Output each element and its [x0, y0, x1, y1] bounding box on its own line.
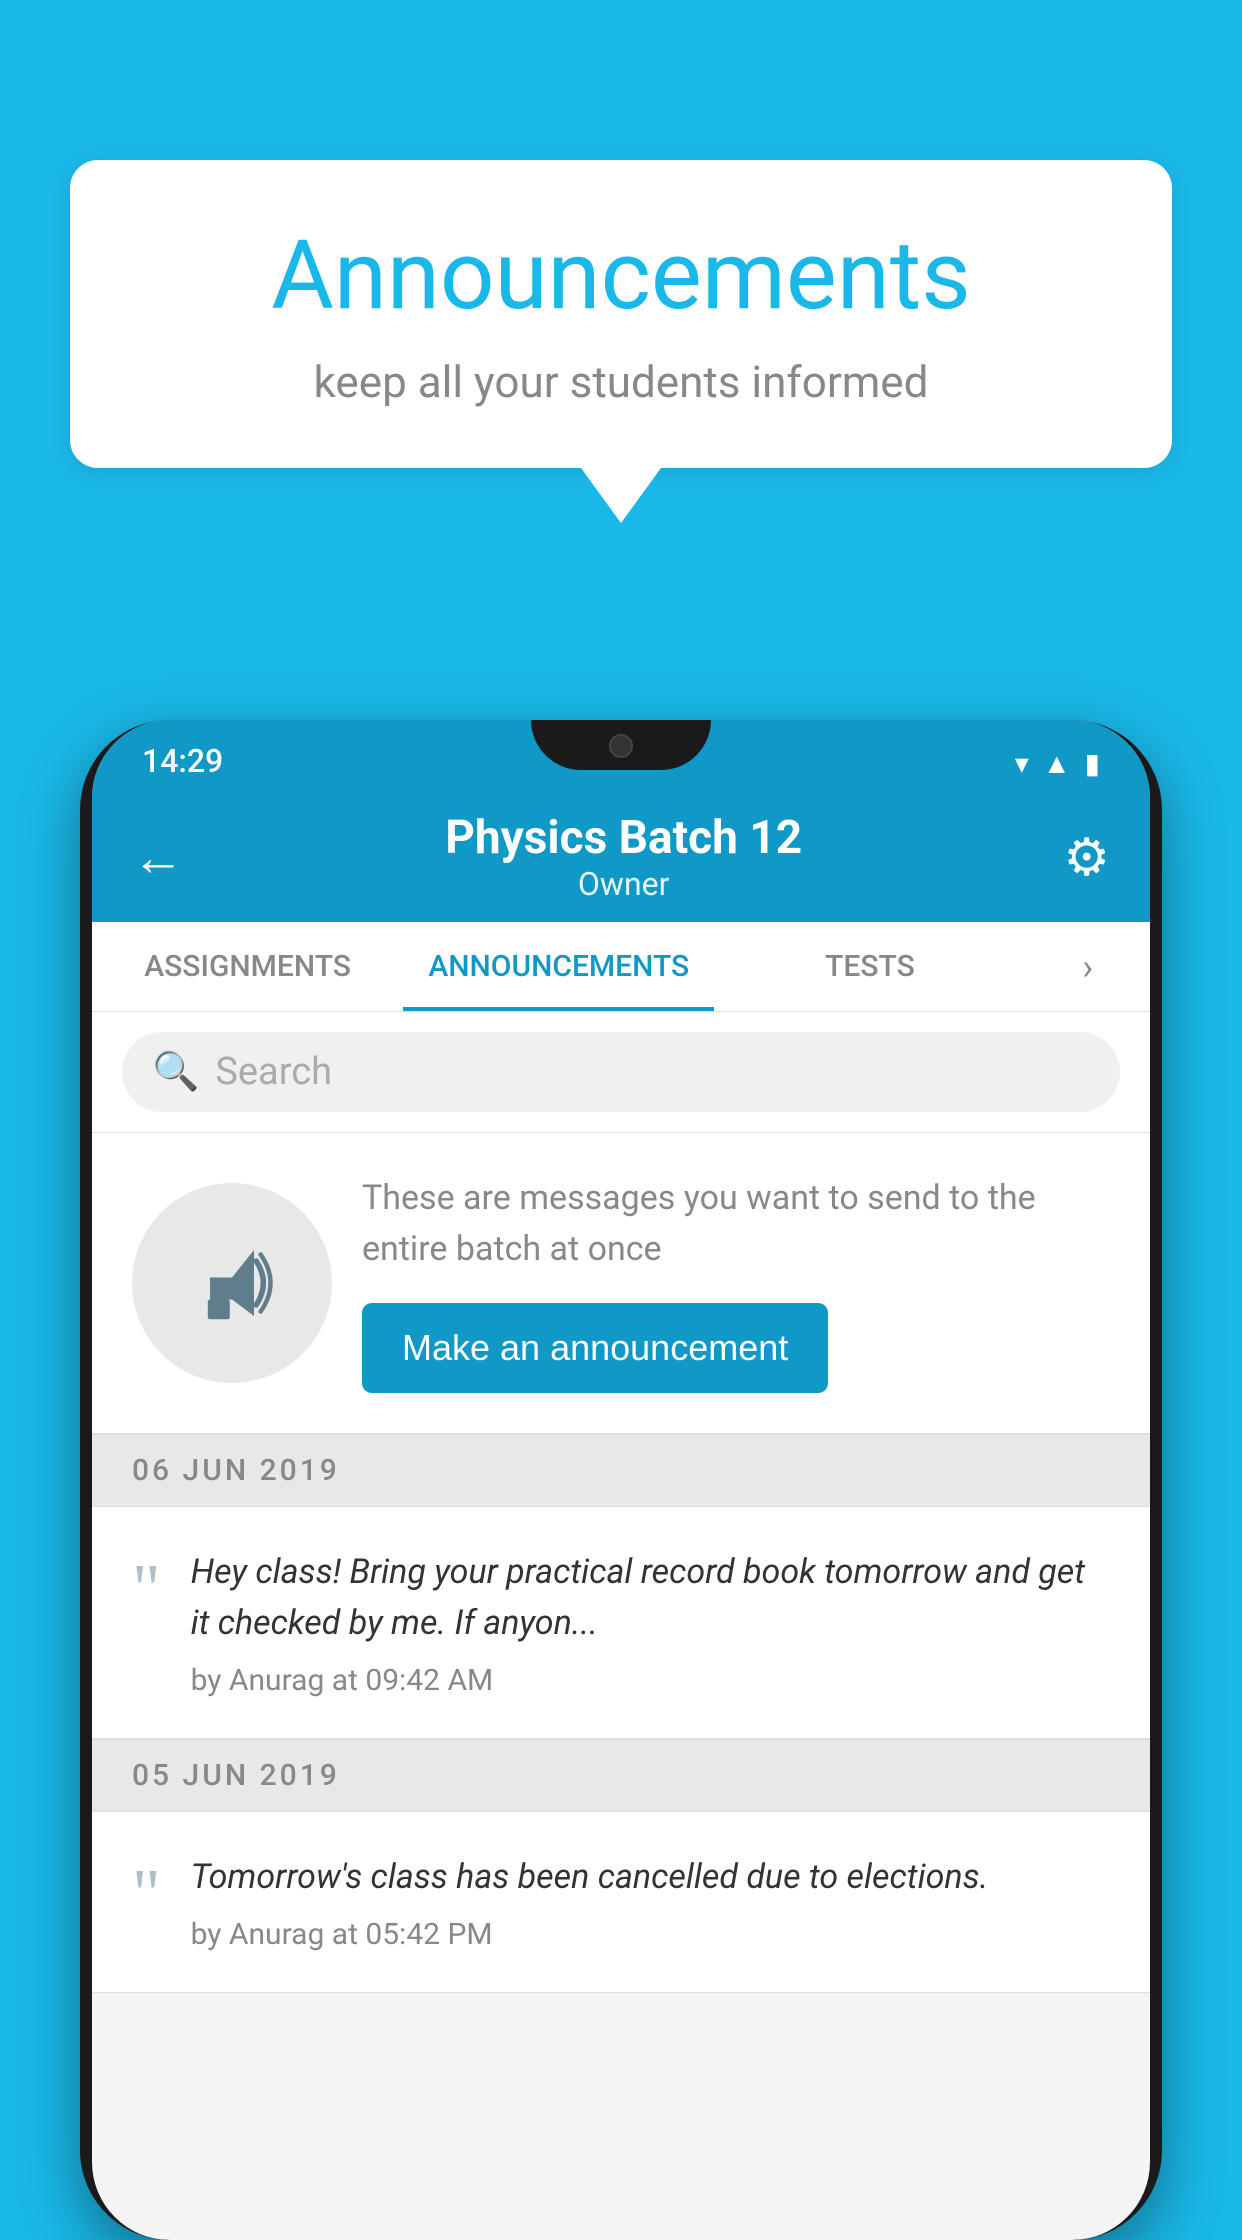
- search-container: 🔍 Search: [92, 1012, 1150, 1133]
- status-icons: ▾ ▲ ▮: [1015, 747, 1100, 780]
- app-bar-title: Physics Batch 12: [184, 811, 1063, 865]
- battery-icon: ▮: [1085, 747, 1100, 780]
- promo-description: These are messages you want to send to t…: [362, 1173, 1110, 1275]
- announcement-item-1[interactable]: " Hey class! Bring your practical record…: [92, 1507, 1150, 1739]
- notch-camera: [609, 734, 633, 758]
- tab-bar: ASSIGNMENTS ANNOUNCEMENTS TESTS ›: [92, 922, 1150, 1012]
- quote-icon-1: ": [132, 1555, 161, 1625]
- speech-bubble-title: Announcements: [130, 220, 1112, 332]
- announcement-text-1: Hey class! Bring your practical record b…: [191, 1547, 1110, 1649]
- search-bar[interactable]: 🔍 Search: [122, 1032, 1120, 1112]
- announcement-meta-1: by Anurag at 09:42 AM: [191, 1663, 1110, 1698]
- settings-icon[interactable]: ⚙: [1063, 827, 1110, 888]
- speech-bubble-arrow: [581, 468, 661, 523]
- tab-tests[interactable]: TESTS: [714, 922, 1025, 1011]
- app-bar-subtitle: Owner: [184, 865, 1063, 903]
- status-time: 14:29: [142, 742, 223, 780]
- announcement-content-2: Tomorrow's class has been cancelled due …: [191, 1852, 1110, 1952]
- phone-wrapper: 14:29 ▾ ▲ ▮ ← Physics Batch 12 Owner ⚙: [80, 720, 1162, 2208]
- wifi-icon: ▾: [1015, 747, 1029, 780]
- announcement-item-2[interactable]: " Tomorrow's class has been cancelled du…: [92, 1812, 1150, 1993]
- promo-right: These are messages you want to send to t…: [362, 1173, 1110, 1393]
- announcement-text-2: Tomorrow's class has been cancelled due …: [191, 1852, 1110, 1903]
- quote-icon-2: ": [132, 1860, 161, 1930]
- signal-icon: ▲: [1043, 747, 1071, 780]
- announcement-meta-2: by Anurag at 05:42 PM: [191, 1917, 1110, 1952]
- tab-announcements[interactable]: ANNOUNCEMENTS: [403, 922, 714, 1011]
- app-bar: ← Physics Batch 12 Owner ⚙: [92, 792, 1150, 922]
- announcement-icon: [177, 1228, 287, 1338]
- make-announcement-button[interactable]: Make an announcement: [362, 1303, 828, 1393]
- promo-section: These are messages you want to send to t…: [92, 1133, 1150, 1434]
- tab-assignments[interactable]: ASSIGNMENTS: [92, 922, 403, 1011]
- tab-more-icon[interactable]: ›: [1026, 922, 1150, 1011]
- phone-notch: [531, 720, 711, 770]
- speech-bubble-section: Announcements keep all your students inf…: [70, 160, 1172, 523]
- phone-screen: 14:29 ▾ ▲ ▮ ← Physics Batch 12 Owner ⚙: [92, 720, 1150, 2240]
- announcement-content-1: Hey class! Bring your practical record b…: [191, 1547, 1110, 1698]
- promo-icon-circle: [132, 1183, 332, 1383]
- search-icon: 🔍: [152, 1050, 199, 1094]
- date-separator-1: 06 JUN 2019: [92, 1434, 1150, 1507]
- app-bar-title-block: Physics Batch 12 Owner: [184, 811, 1063, 903]
- search-input[interactable]: Search: [215, 1050, 332, 1094]
- date-separator-2: 05 JUN 2019: [92, 1739, 1150, 1812]
- back-button[interactable]: ←: [132, 827, 184, 888]
- speech-bubble-subtitle: keep all your students informed: [130, 356, 1112, 408]
- speech-bubble-card: Announcements keep all your students inf…: [70, 160, 1172, 468]
- phone-device: 14:29 ▾ ▲ ▮ ← Physics Batch 12 Owner ⚙: [80, 720, 1162, 2240]
